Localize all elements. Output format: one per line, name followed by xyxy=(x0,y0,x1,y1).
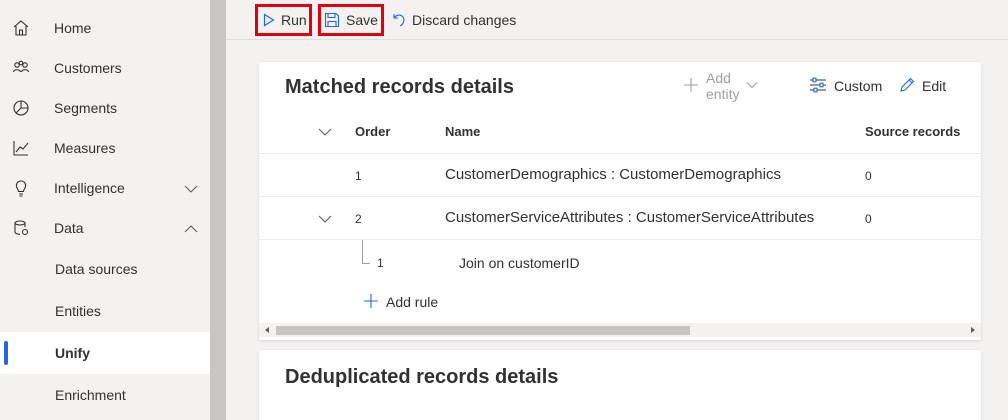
sidebar-item-label: Data sources xyxy=(55,261,138,277)
save-icon xyxy=(324,12,340,28)
row-name: CustomerServiceAttributes : CustomerServ… xyxy=(445,209,815,226)
expand-row-chevron-icon[interactable] xyxy=(318,212,332,226)
chevron-down-icon xyxy=(746,78,758,94)
deduplicated-records-title: Deduplicated records details xyxy=(285,366,559,388)
row-order: 1 xyxy=(355,169,362,183)
chevron-up-icon[interactable] xyxy=(184,222,198,236)
add-entity-button[interactable]: Add entity xyxy=(683,70,758,102)
play-icon xyxy=(263,13,275,27)
sidebar-item-label: Intelligence xyxy=(54,180,125,196)
sidebar-item-label: Home xyxy=(54,20,92,36)
plus-icon xyxy=(683,77,699,96)
chevron-down-icon[interactable] xyxy=(184,182,198,196)
run-button[interactable]: Run xyxy=(255,4,312,36)
horizontal-scrollbar[interactable] xyxy=(259,323,981,337)
edit-label: Edit xyxy=(922,78,947,94)
pencil-icon xyxy=(899,77,915,96)
collapse-all-chevron-icon[interactable] xyxy=(318,125,332,139)
sidebar-item-customers[interactable]: Customers xyxy=(0,48,210,88)
matched-records-title: Matched records details xyxy=(285,76,514,98)
deduplicated-records-card: Deduplicated records details xyxy=(259,350,981,420)
matched-records-card: Matched records details Add entity Custo… xyxy=(259,62,981,340)
sidebar-item-label: Customers xyxy=(54,60,122,76)
scroll-right-icon[interactable] xyxy=(969,326,977,334)
save-label: Save xyxy=(346,12,378,28)
add-entity-label: Add entity xyxy=(706,70,740,102)
database-icon xyxy=(12,219,30,237)
active-indicator xyxy=(4,341,8,365)
scrollbar-thumb[interactable] xyxy=(276,326,690,335)
home-icon xyxy=(12,19,30,37)
row-source-records: 0 xyxy=(865,212,872,226)
sidebar-item-data[interactable]: Data xyxy=(0,208,210,248)
sidebar-item-label: Entities xyxy=(55,303,101,319)
custom-label: Custom xyxy=(834,78,883,94)
sidebar-item-label: Data xyxy=(54,220,84,236)
table-subrow[interactable]: 1 Join on customerID xyxy=(259,240,981,283)
save-button[interactable]: Save xyxy=(318,4,384,36)
run-label: Run xyxy=(281,12,307,28)
main-content: Matched records details Add entity Custo… xyxy=(226,41,1008,420)
sidebar-item-enrichment[interactable]: Enrichment xyxy=(0,375,210,415)
add-rule-button[interactable]: Add rule xyxy=(363,290,438,314)
edit-button[interactable]: Edit xyxy=(899,76,946,96)
add-rule-label: Add rule xyxy=(386,294,439,310)
sidebar-item-data-sources[interactable]: Data sources xyxy=(0,249,210,289)
custom-button[interactable]: Custom xyxy=(809,76,882,96)
sidebar-item-intelligence[interactable]: Intelligence xyxy=(0,168,210,208)
command-bar: Run Save Discard changes xyxy=(226,0,1008,40)
column-header-source-records[interactable]: Source records xyxy=(865,124,960,139)
chart-line-icon xyxy=(12,139,30,157)
sidebar-item-segments[interactable]: Segments xyxy=(0,88,210,128)
sidebar-item-unify[interactable]: Unify xyxy=(0,332,210,374)
people-icon xyxy=(12,59,30,77)
plus-icon xyxy=(363,293,379,312)
row-order: 2 xyxy=(355,212,362,226)
lightbulb-icon xyxy=(12,179,30,197)
sidebar-item-home[interactable]: Home xyxy=(0,8,210,48)
sidebar-item-label: Segments xyxy=(54,100,118,116)
sliders-icon xyxy=(809,77,827,96)
sidebar-scrollbar[interactable] xyxy=(210,0,226,420)
row-source-records: 0 xyxy=(865,169,872,183)
discard-changes-button[interactable]: Discard changes xyxy=(390,4,530,36)
sidebar-item-entities[interactable]: Entities xyxy=(0,291,210,331)
table-header: Order Name Source records xyxy=(259,110,981,154)
column-header-name[interactable]: Name xyxy=(445,124,480,139)
subrow-name: Join on customerID xyxy=(459,255,580,271)
subrow-order: 1 xyxy=(377,256,384,270)
segments-icon xyxy=(12,99,30,117)
row-name: CustomerDemographics : CustomerDemograph… xyxy=(445,166,781,183)
discard-label: Discard changes xyxy=(412,12,517,28)
sidebar-item-label: Enrichment xyxy=(55,387,126,403)
table-row[interactable]: 1 CustomerDemographics : CustomerDemogra… xyxy=(259,154,981,197)
scroll-left-icon[interactable] xyxy=(263,326,271,334)
undo-icon xyxy=(390,12,406,28)
sidebar-item-label: Unify xyxy=(55,345,90,361)
column-header-order[interactable]: Order xyxy=(355,124,390,139)
table-row[interactable]: 2 CustomerServiceAttributes : CustomerSe… xyxy=(259,197,981,240)
sidebar-item-label: Measures xyxy=(54,140,116,156)
sidebar-item-measures[interactable]: Measures xyxy=(0,128,210,168)
tree-connector xyxy=(362,240,370,264)
sidebar: Home Customers Segments Measures Intelli… xyxy=(0,0,210,420)
